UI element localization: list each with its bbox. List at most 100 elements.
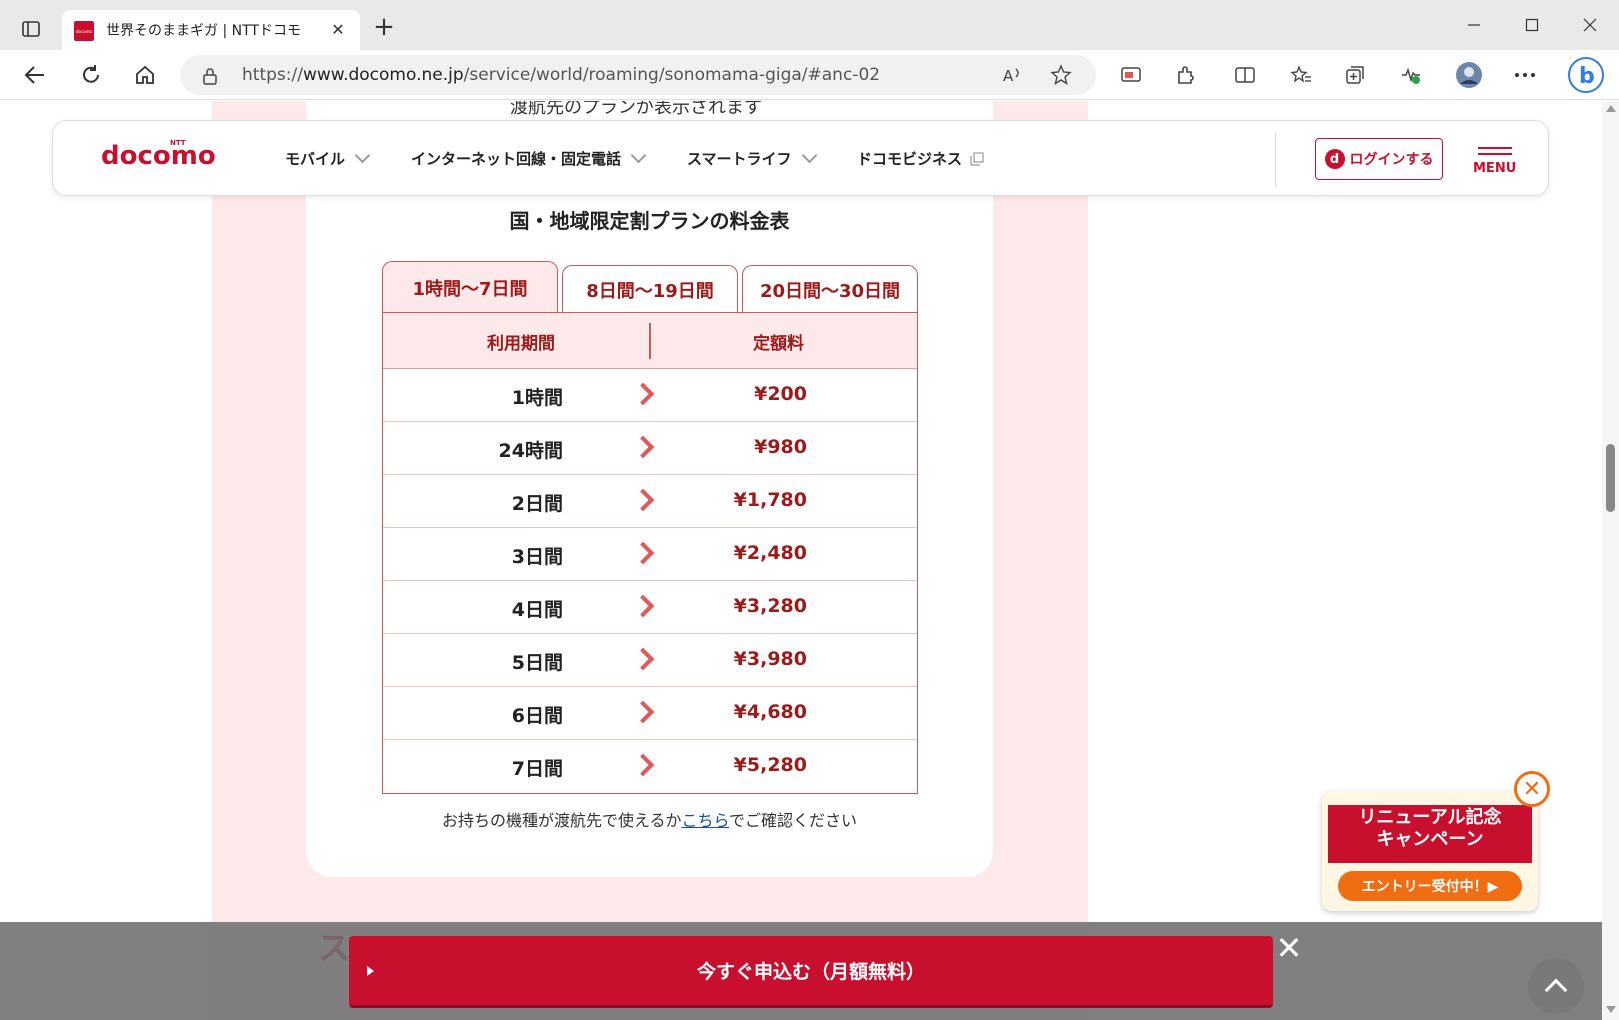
collections-icon[interactable] [1338,59,1372,91]
apply-now-label: 今すぐ申込む（月額無料） [696,961,925,983]
chevron-down-icon [630,147,647,164]
nav-mobile[interactable]: モバイル [285,147,371,169]
minimize-icon[interactable] [1454,10,1494,40]
chevron-right-icon [631,647,655,671]
table-row: 2日間 ¥1,780 [383,475,917,528]
row-period: 1時間 [511,387,563,409]
tab-close-icon[interactable]: ✕ [327,19,349,41]
chevron-right-icon [631,700,655,724]
chevron-right-icon [631,382,655,406]
tab-20d-30d[interactable]: 20日間〜30日間 [742,265,918,313]
table-row: 4日間 ¥3,280 [383,581,917,634]
login-button[interactable]: d ログインする [1315,138,1443,180]
page-scrollbar[interactable] [1602,101,1619,1020]
lock-icon[interactable] [202,67,218,89]
home-icon[interactable] [128,59,162,91]
table-row: 24時間 ¥980 [383,422,917,475]
web-page: 渡航先のプランが表示されます docomo NTT モバイル インターネット回線… [0,101,1602,1020]
row-price: ¥2,480 [733,542,807,564]
row-period: 7日間 [511,758,563,780]
header-period: 利用期間 [487,334,555,354]
table-row: 3日間 ¥2,480 [383,528,917,581]
refresh-icon[interactable] [74,59,108,91]
favorite-star-icon[interactable] [1044,59,1078,91]
row-price: ¥1,780 [733,489,807,511]
chevron-right-icon [631,541,655,565]
play-triangle-icon [367,966,374,976]
back-to-top-button[interactable] [1528,958,1584,1014]
row-price: ¥5,280 [733,754,807,776]
tab-1h-7d[interactable]: 1時間〜7日間 [382,261,558,314]
profile-avatar-icon[interactable] [1452,59,1486,91]
table-row: 5日間 ¥3,980 [383,634,917,687]
nav-docomo-business[interactable]: ドコモビジネス [857,148,984,169]
price-table: 利用期間 定額料 1時間 ¥200 24時間 ¥980 2日間 ¥1,780 3日間 ¥2,4… [382,312,918,794]
campaign-title: リニューアル記念 キャンペーン [1358,807,1502,850]
row-price: ¥200 [754,383,807,405]
back-icon[interactable] [18,59,52,91]
header-separator [649,323,651,359]
campaign-close-icon[interactable]: ✕ [1514,771,1550,807]
bottom-cta-bar: 今すぐ申込む（月額無料） ✕ [0,922,1602,1020]
docomo-logo[interactable]: docomo NTT [101,139,216,171]
chevron-right-icon [631,594,655,618]
nav-internet-landline[interactable]: インターネット回線・固定電話 [411,147,647,169]
scroll-thumb[interactable] [1606,444,1615,512]
performance-icon[interactable] [1394,59,1428,91]
row-price: ¥4,680 [733,701,807,723]
nav-smart-life[interactable]: スマートライフ [687,147,817,169]
browser-tab-bar: docomo 世界そのままギガ | NTTドコモ ✕ + [0,0,1619,50]
row-period: 6日間 [511,705,563,727]
window-close-icon[interactable] [1570,10,1610,40]
header-fee: 定額料 [753,334,804,354]
chevron-up-icon [1544,978,1568,1002]
menu-button[interactable]: MENU [1473,145,1521,179]
table-header: 利用期間 定額料 [383,313,917,369]
active-tab[interactable]: docomo 世界そのままギガ | NTTドコモ ✕ [62,10,360,50]
scroll-up-icon[interactable] [1606,105,1616,112]
cast-icon[interactable] [1114,59,1148,91]
row-period: 3日間 [511,546,563,568]
table-row: 1時間 ¥200 [383,369,917,422]
header-divider [1275,131,1276,187]
docomo-favicon-icon: docomo [74,21,94,41]
campaign-banner[interactable]: リニューアル記念 キャンペーン エントリー受付中！▶ [1322,791,1538,911]
campaign-entry-button[interactable]: エントリー受付中！▶ [1338,871,1522,901]
svg-text:b: b [1579,64,1595,89]
previous-section-text: 渡航先のプランが表示されます [510,101,762,118]
bing-copilot-icon[interactable]: b [1566,55,1606,95]
site-header: docomo NTT モバイル インターネット回線・固定電話 スマートライフ ド… [52,120,1549,196]
tab-actions-icon[interactable] [14,14,48,44]
row-period: 2日間 [511,493,563,515]
read-aloud-icon[interactable]: A [996,59,1030,91]
address-bar[interactable]: https://www.docomo.ne.jp/service/world/r… [180,55,1096,95]
chevron-right-icon [631,488,655,512]
cta-close-icon[interactable]: ✕ [1274,932,1304,964]
table-row: 6日間 ¥4,680 [383,687,917,740]
more-options-icon[interactable] [1508,59,1542,91]
hamburger-icon [1478,147,1512,155]
device-compatibility-note: お持ちの機種が渡航先で使えるかこちらでご確認ください [441,811,858,830]
maximize-icon[interactable] [1512,10,1552,40]
row-price: ¥3,980 [733,648,807,670]
apply-now-button[interactable]: 今すぐ申込む（月額無料） [349,936,1273,1008]
chevron-down-icon [801,147,817,164]
tab-title: 世界そのままギガ | NTTドコモ [106,23,301,39]
row-price: ¥3,280 [733,595,807,617]
row-price: ¥980 [754,436,807,458]
device-check-link[interactable]: こちら [681,811,729,830]
extensions-icon[interactable] [1168,59,1202,91]
scroll-down-icon[interactable] [1606,1006,1616,1013]
split-screen-icon[interactable] [1228,59,1262,91]
svg-text:A: A [1003,67,1014,85]
chevron-right-icon [631,435,655,459]
tab-8d-19d[interactable]: 8日間〜19日間 [562,265,738,313]
new-tab-icon[interactable]: + [370,14,398,42]
url-text: https://www.docomo.ne.jp/service/world/r… [242,65,881,85]
menu-label: MENU [1473,161,1517,176]
favorites-icon[interactable] [1284,59,1318,91]
row-period: 4日間 [511,599,563,621]
table-row: 7日間 ¥5,280 [383,740,917,793]
d-account-icon: d [1324,149,1345,169]
chevron-down-icon [354,147,371,164]
